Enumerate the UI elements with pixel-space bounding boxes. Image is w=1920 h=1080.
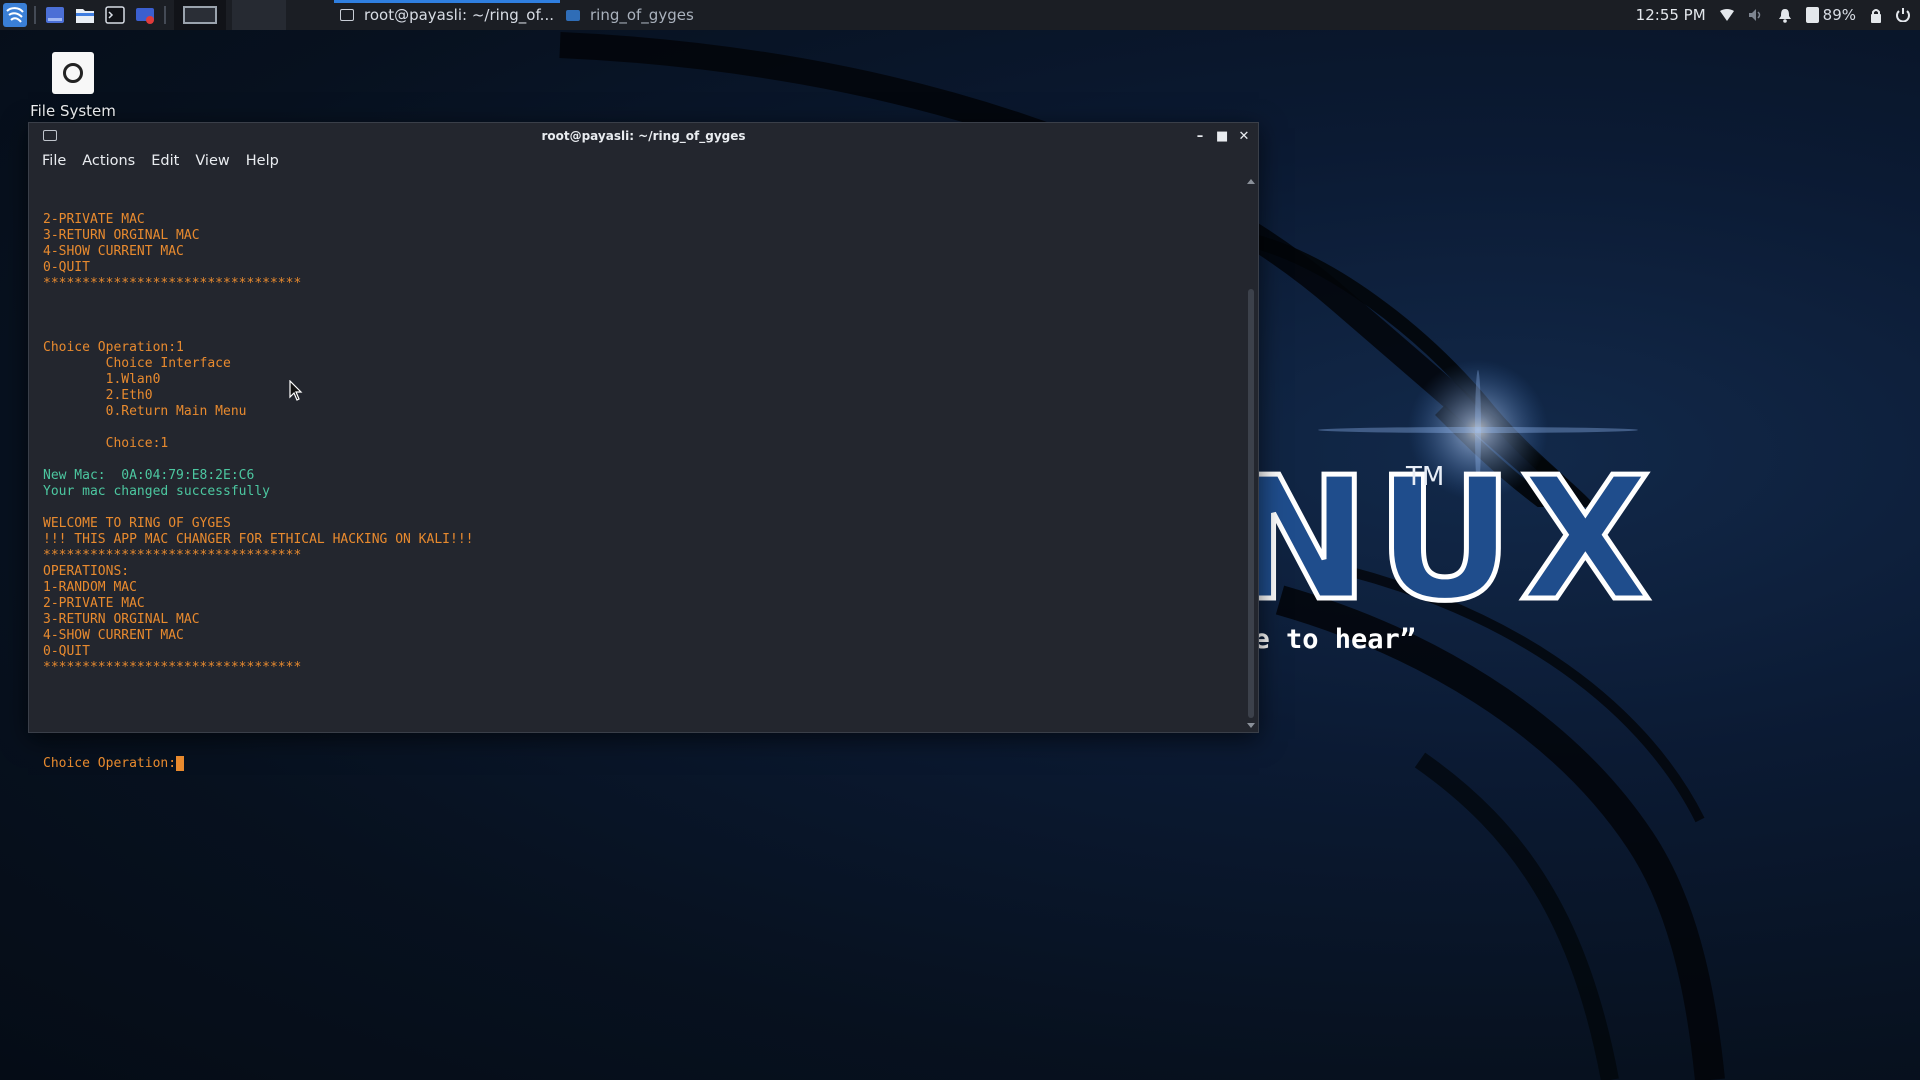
terminal-line: 1.Wlan0 (43, 372, 161, 387)
terminal-line: 2-PRIVATE MAC (43, 212, 145, 227)
kali-dragon-icon (3, 3, 27, 27)
terminal-line: ********************************* (43, 276, 302, 291)
terminal-line: WELCOME TO RING OF GYGES (43, 516, 231, 531)
folder-icon (76, 9, 94, 23)
terminal-line: 0-QUIT (43, 260, 90, 275)
terminal-line: Choice:1 (43, 436, 169, 451)
terminal-icon (105, 6, 125, 24)
text-cursor (176, 756, 185, 771)
folder-icon (565, 9, 580, 21)
battery-percent: 89% (1822, 6, 1856, 24)
terminal-line: ********************************* (43, 548, 302, 563)
terminal-window[interactable]: root@payasli: ~/ring_of_gyges – ■ ✕ File… (28, 122, 1259, 771)
menu-help[interactable]: Help (239, 153, 286, 169)
terminal-line: 0.Return Main Menu (43, 404, 247, 419)
terminal-launcher[interactable] (100, 0, 130, 30)
mouse-pointer-icon (289, 380, 303, 401)
kali-menu-button[interactable] (0, 0, 30, 30)
taskbar-terminal-label: root@payasli: ~/ring_of... (364, 6, 554, 24)
terminal-line: Choice Interface (43, 356, 231, 371)
terminal-line: New Mac: 0A:04:79:E8:2E:C6 (43, 468, 255, 483)
clock[interactable]: 12:55 PM (1636, 6, 1706, 24)
window-controls: – ■ ✕ (1194, 123, 1250, 149)
hard-drive-icon (52, 52, 94, 94)
terminal-line: 4-SHOW CURRENT MAC (43, 244, 184, 259)
screen-recorder-icon (136, 8, 154, 24)
terminal-icon (43, 130, 57, 141)
terminal-line: OPERATIONS: (43, 564, 130, 579)
battery-indicator[interactable]: 89% (1805, 6, 1856, 24)
close-button[interactable]: ✕ (1238, 129, 1250, 144)
terminal-icon (340, 9, 354, 21)
panel-launchers (0, 0, 286, 30)
scroll-up-arrow-icon[interactable] (1247, 179, 1255, 184)
menu-file[interactable]: File (35, 153, 73, 169)
top-panel: root@payasli: ~/ring_of... ring_of_gyges… (0, 0, 1920, 30)
terminal-line: 0-QUIT (43, 644, 90, 659)
terminal-line: 1-RANDOM MAC (43, 580, 137, 595)
menu-edit[interactable]: Edit (144, 153, 186, 169)
terminal-line: 3-RETURN ORGINAL MAC (43, 612, 200, 627)
file-manager-launcher[interactable] (70, 0, 100, 30)
show-desktop-button[interactable] (40, 0, 70, 30)
terminal-line: ********************************* (43, 660, 302, 675)
terminal-line: !!! THIS APP MAC CHANGER FOR ETHICAL HAC… (43, 532, 474, 547)
menu-view[interactable]: View (188, 153, 236, 169)
terminal-line: 2.Eth0 (43, 388, 153, 403)
window-title: root@payasli: ~/ring_of_gyges (541, 129, 746, 143)
terminal-line: Choice Operation:1 (43, 340, 184, 355)
terminal-output[interactable]: 2-PRIVATE MAC 3-RETURN ORGINAL MAC 4-SHOW … (29, 175, 1242, 771)
panel-separator (34, 6, 36, 24)
lock-icon[interactable] (1870, 8, 1882, 23)
battery-icon (1805, 7, 1819, 23)
window-titlebar[interactable]: root@payasli: ~/ring_of_gyges – ■ ✕ (29, 123, 1258, 149)
desktop-icon-file-system[interactable]: File System (28, 52, 118, 120)
notification-bell-icon[interactable] (1778, 8, 1792, 23)
screen-recorder-launcher[interactable] (130, 0, 160, 30)
terminal-scrollbar[interactable] (1244, 175, 1258, 732)
menu-actions[interactable]: Actions (75, 153, 142, 169)
terminal-line: 3-RETURN ORGINAL MAC (43, 228, 200, 243)
panel-separator (164, 6, 166, 24)
desktop-icon (46, 7, 64, 23)
scroll-down-arrow-icon[interactable] (1247, 723, 1255, 728)
scrollbar-thumb[interactable] (1248, 289, 1254, 718)
window-menubar: File Actions Edit View Help (29, 149, 1258, 173)
terminal-prompt-line: Choice Operation: (43, 756, 1242, 772)
volume-icon[interactable] (1748, 8, 1764, 22)
desktop-icon-label: File System (30, 102, 116, 120)
wifi-icon[interactable] (1719, 9, 1734, 21)
terminal-line: Your mac changed successfully (43, 484, 270, 499)
workspace-1[interactable] (174, 0, 226, 30)
maximize-button[interactable]: ■ (1216, 129, 1228, 144)
minimize-button[interactable]: – (1194, 129, 1206, 144)
taskbar-folder[interactable]: ring_of_gyges (560, 0, 700, 30)
workspace-preview (183, 6, 217, 24)
taskbar-terminal[interactable]: root@payasli: ~/ring_of... (334, 0, 560, 30)
terminal-prompt: Choice Operation: (43, 756, 177, 771)
terminal-line: 2-PRIVATE MAC (43, 596, 145, 611)
system-tray: 12:55 PM 89% (1636, 0, 1910, 30)
terminal-line: 4-SHOW CURRENT MAC (43, 628, 184, 643)
power-icon[interactable] (1896, 8, 1910, 22)
trademark-mark: TM (1406, 462, 1445, 492)
workspace-2[interactable] (232, 0, 286, 30)
taskbar-folder-label: ring_of_gyges (589, 6, 694, 24)
